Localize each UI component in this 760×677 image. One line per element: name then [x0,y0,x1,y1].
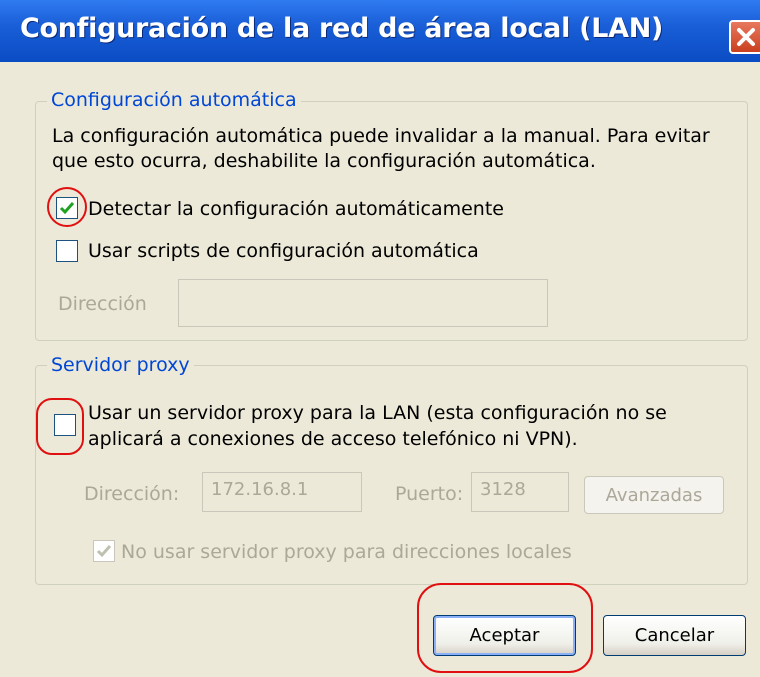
checkmark-icon [96,545,112,558]
close-button[interactable] [729,20,760,54]
title-bar: Configuración de la red de área local (L… [0,0,760,62]
proxy-port-field[interactable]: 3128 [471,472,569,512]
bypass-local-label[interactable]: No usar servidor proxy para direcciones … [121,541,572,563]
proxy-address-label: Dirección: [84,483,180,505]
proxy-port-label: Puerto: [395,483,464,505]
window-title: Configuración de la red de área local (L… [20,13,664,44]
proxy-legend: Servidor proxy [47,354,194,376]
advanced-button[interactable]: Avanzadas [584,476,724,514]
annotation-circle-proxy [36,398,84,455]
script-address-label: Dirección [58,293,147,315]
auto-scripts-checkbox[interactable] [56,240,78,262]
annotation-circle-detect [47,187,87,227]
proxy-address-field[interactable]: 172.16.8.1 [202,472,362,512]
auto-config-legend: Configuración automática [47,89,301,111]
use-proxy-label-line2[interactable]: aplicará a conexiones de acceso telefóni… [88,428,578,450]
auto-config-description-line1: La configuración automática puede invali… [52,125,710,147]
script-address-field[interactable] [178,279,548,327]
bypass-local-checkbox[interactable] [93,540,115,562]
use-proxy-label-line1[interactable]: Usar un servidor proxy para la LAN (esta… [88,402,667,424]
close-icon [737,28,755,46]
detect-auto-label[interactable]: Detectar la configuración automáticament… [88,198,504,220]
cancel-button[interactable]: Cancelar [603,615,746,656]
auto-config-description-line2: que esto ocurra, deshabilite la configur… [52,150,596,172]
auto-scripts-label[interactable]: Usar scripts de configuración automática [88,240,479,262]
ok-button[interactable]: Aceptar [433,615,576,656]
